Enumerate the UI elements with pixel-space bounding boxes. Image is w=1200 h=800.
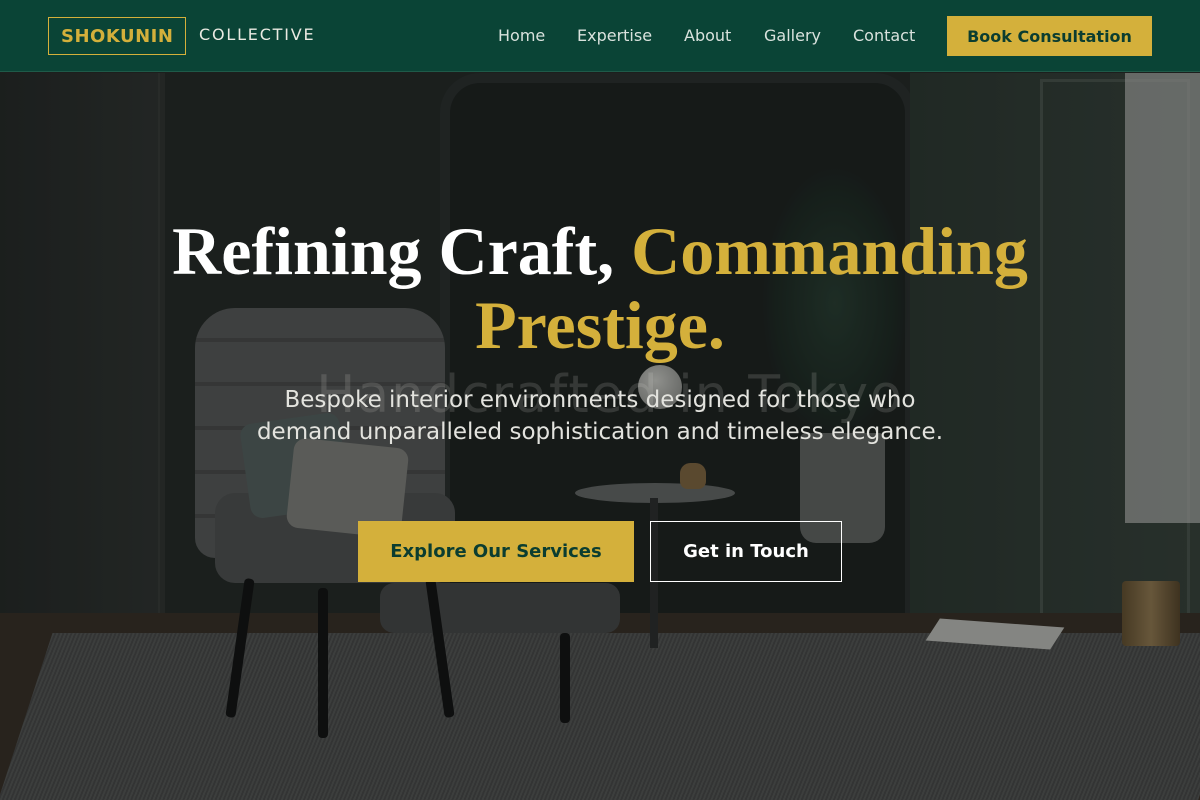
nav-home[interactable]: Home — [498, 26, 545, 45]
explore-services-button[interactable]: Explore Our Services — [358, 521, 634, 582]
hero-subtitle: Bespoke interior environments designed f… — [256, 387, 944, 445]
nav-contact[interactable]: Contact — [853, 26, 915, 45]
hero-title-white: Refining Craft, — [172, 213, 632, 289]
hero-title: Refining Craft, Commanding Prestige. — [0, 214, 1200, 362]
nav-about[interactable]: About — [684, 26, 731, 45]
site-header: SHOKUNIN COLLECTIVE Home Expertise About… — [0, 0, 1200, 72]
hero-title-gold-1: Commanding — [631, 213, 1028, 289]
hero-title-gold-2: Prestige. — [475, 287, 725, 363]
nav-expertise[interactable]: Expertise — [577, 26, 652, 45]
book-consultation-button[interactable]: Book Consultation — [947, 16, 1152, 56]
nav-gallery[interactable]: Gallery — [764, 26, 821, 45]
get-in-touch-button[interactable]: Get in Touch — [650, 521, 842, 582]
